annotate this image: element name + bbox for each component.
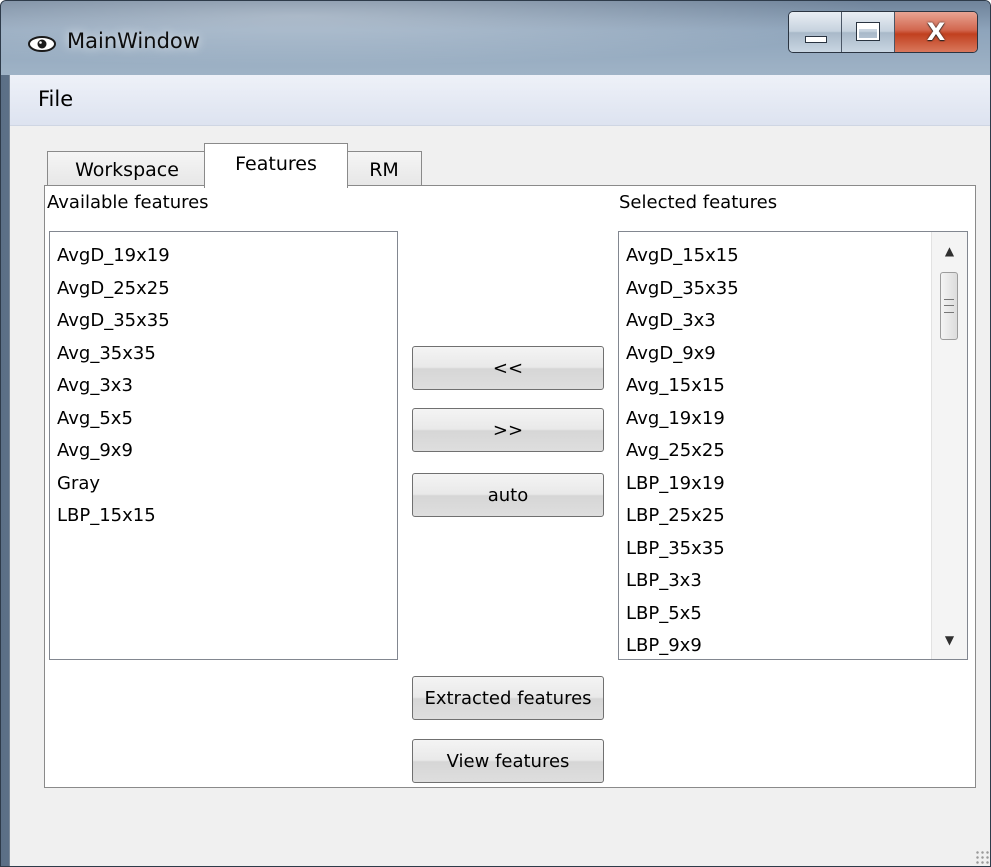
triangle-down-icon: ▼ bbox=[944, 633, 955, 647]
scroll-thumb[interactable] bbox=[940, 272, 958, 340]
close-button[interactable]: X bbox=[895, 12, 977, 52]
list-item[interactable]: Avg_5x5 bbox=[57, 403, 170, 436]
main-window: MainWindow X File Workspace Features RM bbox=[0, 0, 991, 867]
tab-workspace[interactable]: Workspace bbox=[47, 151, 207, 187]
scroll-up-button[interactable]: ▲ bbox=[932, 236, 967, 266]
title-bar[interactable]: MainWindow X bbox=[1, 1, 990, 75]
client-area: File Workspace Features RM Available fea… bbox=[9, 75, 990, 866]
list-item[interactable]: Gray bbox=[57, 468, 170, 501]
list-item[interactable]: LBP_5x5 bbox=[626, 598, 739, 631]
window-title: MainWindow bbox=[67, 29, 200, 53]
add-feature-button[interactable]: << bbox=[412, 346, 604, 390]
list-item[interactable]: LBP_25x25 bbox=[626, 500, 739, 533]
list-item[interactable]: Avg_25x25 bbox=[626, 435, 739, 468]
remove-feature-button[interactable]: >> bbox=[412, 408, 604, 452]
tab-features-label: Features bbox=[235, 153, 317, 175]
window-controls: X bbox=[788, 11, 978, 53]
list-item[interactable]: Avg_15x15 bbox=[626, 370, 739, 403]
available-features-list[interactable]: AvgD_19x19 AvgD_25x25 AvgD_35x35 Avg_35x… bbox=[49, 231, 398, 660]
available-features-label: Available features bbox=[47, 192, 209, 213]
triangle-up-icon: ▲ bbox=[944, 244, 955, 258]
list-item[interactable]: AvgD_15x15 bbox=[626, 240, 739, 273]
features-tab-pane: Available features Selected features Avg… bbox=[44, 185, 976, 788]
list-item[interactable]: AvgD_9x9 bbox=[626, 338, 739, 371]
close-icon: X bbox=[926, 18, 946, 46]
minimize-icon bbox=[805, 36, 827, 43]
tab-features[interactable]: Features bbox=[204, 143, 348, 188]
grip-lines-icon bbox=[944, 299, 954, 313]
list-item[interactable]: AvgD_25x25 bbox=[57, 273, 170, 306]
list-item[interactable]: Avg_9x9 bbox=[57, 435, 170, 468]
list-item[interactable]: LBP_3x3 bbox=[626, 565, 739, 598]
list-item[interactable]: LBP_19x19 bbox=[626, 468, 739, 501]
scroll-down-button[interactable]: ▼ bbox=[932, 625, 967, 655]
tab-rm-label: RM bbox=[369, 159, 399, 181]
list-item[interactable]: AvgD_35x35 bbox=[57, 305, 170, 338]
menu-file[interactable]: File bbox=[38, 87, 73, 111]
minimize-button[interactable] bbox=[789, 12, 842, 52]
maximize-button[interactable] bbox=[842, 12, 895, 52]
list-item[interactable]: LBP_35x35 bbox=[626, 533, 739, 566]
maximize-icon bbox=[856, 22, 880, 41]
tab-workspace-label: Workspace bbox=[75, 159, 179, 181]
eye-icon bbox=[27, 35, 57, 52]
extracted-features-button[interactable]: Extracted features bbox=[412, 676, 604, 720]
selected-features-list[interactable]: AvgD_15x15 AvgD_35x35 AvgD_3x3 AvgD_9x9 … bbox=[618, 231, 968, 660]
view-features-button[interactable]: View features bbox=[412, 739, 604, 783]
selected-list-scrollbar[interactable]: ▲ ▼ bbox=[931, 232, 967, 659]
list-item[interactable]: Avg_35x35 bbox=[57, 338, 170, 371]
resize-grip[interactable] bbox=[975, 850, 989, 864]
auto-button[interactable]: auto bbox=[412, 473, 604, 517]
list-item[interactable]: AvgD_19x19 bbox=[57, 240, 170, 273]
menu-bar: File bbox=[10, 75, 990, 126]
list-item[interactable]: Avg_3x3 bbox=[57, 370, 170, 403]
selected-features-label: Selected features bbox=[619, 192, 778, 213]
list-item[interactable]: LBP_15x15 bbox=[57, 500, 170, 533]
list-item[interactable]: LBP_9x9 bbox=[626, 630, 739, 659]
tab-rm[interactable]: RM bbox=[346, 151, 422, 187]
list-item[interactable]: AvgD_3x3 bbox=[626, 305, 739, 338]
list-item[interactable]: AvgD_35x35 bbox=[626, 273, 739, 306]
list-item[interactable]: Avg_19x19 bbox=[626, 403, 739, 436]
